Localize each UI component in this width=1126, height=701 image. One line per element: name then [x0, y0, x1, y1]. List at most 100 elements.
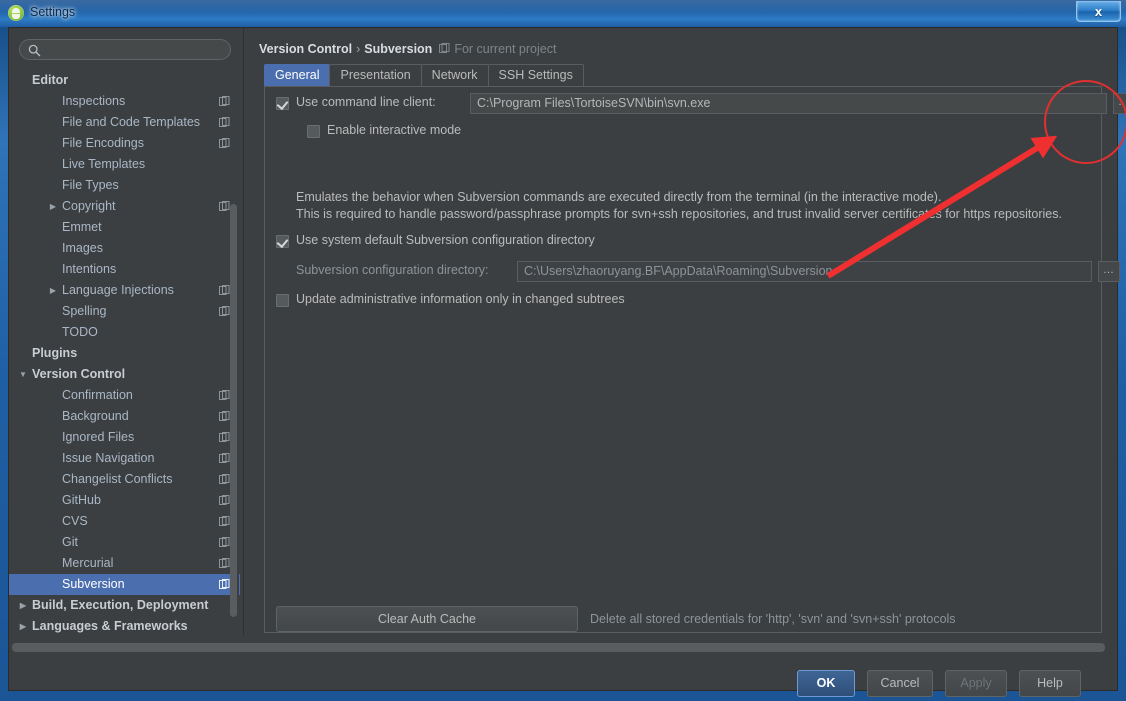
tab-ssh-settings[interactable]: SSH Settings	[487, 64, 584, 86]
copy-settings-icon[interactable]	[219, 96, 230, 107]
sidebar-item-spelling[interactable]: Spelling	[9, 301, 240, 322]
chevron-right-icon[interactable]: ▶	[48, 280, 58, 301]
tab-presentation[interactable]: Presentation	[329, 64, 422, 86]
interactive-mode-description-line-2: This is required to handle password/pass…	[296, 207, 1062, 221]
sidebar-item-editor[interactable]: Editor	[9, 70, 240, 91]
sidebar-item-mercurial[interactable]: Mercurial	[9, 553, 240, 574]
sidebar-item-git[interactable]: Git	[9, 532, 240, 553]
sidebar-item-changelist-conflicts[interactable]: Changelist Conflicts	[9, 469, 240, 490]
search-input[interactable]	[46, 43, 228, 59]
ok-button[interactable]: OK	[797, 670, 855, 697]
sidebar-item-issue-navigation[interactable]: Issue Navigation	[9, 448, 240, 469]
tab-bar[interactable]: General Presentation Network SSH Settings	[264, 64, 584, 86]
sidebar-item-file-types[interactable]: File Types	[9, 175, 240, 196]
sidebar-item-label: CVS	[62, 514, 88, 528]
sidebar-item-label: Emmet	[62, 220, 102, 234]
copy-settings-icon[interactable]	[219, 432, 230, 443]
copy-settings-icon[interactable]	[219, 495, 230, 506]
copy-settings-icon[interactable]	[219, 306, 230, 317]
chevron-down-icon[interactable]: ▼	[18, 364, 28, 385]
sidebar-item-file-and-code-templates[interactable]: File and Code Templates	[9, 112, 240, 133]
chevron-right-icon[interactable]: ▶	[18, 595, 28, 616]
config-dir-browse-button[interactable]: …	[1098, 261, 1120, 282]
sidebar-item-label: Background	[62, 409, 129, 423]
tab-general[interactable]: General	[264, 64, 331, 86]
sidebar-item-confirmation[interactable]: Confirmation	[9, 385, 240, 406]
horizontal-scrollbar-thumb[interactable]	[12, 643, 1105, 652]
update-admin-info-label[interactable]: Update administrative information only i…	[296, 292, 625, 306]
sidebar-item-plugins[interactable]: Plugins	[9, 343, 240, 364]
breadcrumb-parent[interactable]: Version Control	[259, 42, 352, 56]
enable-interactive-mode-label[interactable]: Enable interactive mode	[327, 123, 461, 137]
title-bar: Settings x	[0, 0, 1126, 27]
copy-settings-icon[interactable]	[219, 117, 230, 128]
clear-auth-cache-hint: Delete all stored credentials for 'http'…	[590, 612, 956, 626]
close-button[interactable]: x	[1076, 1, 1121, 22]
copy-settings-icon[interactable]	[219, 516, 230, 527]
sidebar-item-label: File Types	[62, 178, 119, 192]
sidebar-item-file-encodings[interactable]: File Encodings	[9, 133, 240, 154]
sidebar-item-copyright[interactable]: ▶ Copyright	[9, 196, 240, 217]
sidebar-item-github[interactable]: GitHub	[9, 490, 240, 511]
sidebar-item-version-control[interactable]: ▼ Version Control	[9, 364, 240, 385]
use-system-default-config-dir-checkbox[interactable]	[276, 235, 289, 248]
settings-category-panel: Editor Inspections File and Code Templates…	[9, 28, 240, 636]
sidebar-item-language-injections[interactable]: ▶ Language Injections	[9, 280, 240, 301]
use-system-default-config-dir-label[interactable]: Use system default Subversion configurat…	[296, 233, 595, 247]
copy-settings-icon[interactable]	[219, 537, 230, 548]
sidebar-item-label: Spelling	[62, 304, 107, 318]
copy-settings-icon[interactable]	[219, 579, 230, 590]
settings-dialog-client: Editor Inspections File and Code Templates…	[8, 27, 1126, 697]
breadcrumb-scope-text: For current project	[454, 42, 557, 56]
sidebar-item-label: Mercurial	[62, 556, 114, 570]
sidebar-item-live-templates[interactable]: Live Templates	[9, 154, 240, 175]
copy-settings-icon[interactable]	[219, 138, 230, 149]
sidebar-item-inspections[interactable]: Inspections	[9, 91, 240, 112]
command-line-client-path-field[interactable]: C:\Program Files\TortoiseSVN\bin\svn.exe	[470, 93, 1107, 114]
copy-settings-icon[interactable]	[219, 285, 230, 296]
dialog-button-bar: OK Cancel Apply Help	[9, 655, 1117, 697]
sidebar-item-subversion[interactable]: Subversion	[9, 574, 240, 595]
general-tab-panel: Use command line client: C:\Program File…	[264, 86, 1126, 633]
use-command-line-client-checkbox[interactable]	[276, 97, 289, 110]
sidebar-item-intentions[interactable]: Intentions	[9, 259, 240, 280]
clear-auth-cache-button[interactable]: Clear Auth Cache	[276, 606, 578, 632]
sidebar-item-cvs[interactable]: CVS	[9, 511, 240, 532]
sidebar-item-label: Intentions	[62, 262, 117, 276]
project-scope-icon	[439, 43, 450, 53]
enable-interactive-mode-checkbox[interactable]	[307, 125, 320, 138]
panel-splitter[interactable]	[240, 28, 248, 636]
sidebar-item-emmet[interactable]: Emmet	[9, 217, 240, 238]
sidebar-item-ignored-files[interactable]: Ignored Files	[9, 427, 240, 448]
cancel-button[interactable]: Cancel	[867, 670, 933, 697]
use-command-line-client-label[interactable]: Use command line client:	[296, 95, 436, 109]
sidebar-item-label: Copyright	[62, 199, 116, 213]
copy-settings-icon[interactable]	[219, 390, 230, 401]
search-box[interactable]	[19, 39, 231, 60]
sidebar-item-background[interactable]: Background	[9, 406, 240, 427]
sidebar-item-images[interactable]: Images	[9, 238, 240, 259]
command-line-client-browse-button[interactable]: …	[1113, 93, 1126, 114]
sidebar-item-todo[interactable]: TODO	[9, 322, 240, 343]
copy-settings-icon[interactable]	[219, 558, 230, 569]
config-dir-field[interactable]: C:\Users\zhaoruyang.BF\AppData\Roaming\S…	[517, 261, 1092, 282]
sidebar-item-label: Subversion	[62, 577, 125, 591]
tree-scrollbar-track[interactable]	[230, 70, 239, 636]
tree-scrollbar-thumb[interactable]	[230, 204, 237, 617]
sidebar-item-label: File Encodings	[62, 136, 144, 150]
chevron-right-icon[interactable]: ▶	[48, 196, 58, 217]
window-title: Settings	[30, 5, 76, 19]
copy-settings-icon[interactable]	[219, 411, 230, 422]
sidebar-item-build-execution-deployment[interactable]: ▶ Build, Execution, Deployment	[9, 595, 240, 616]
sidebar-item-languages-frameworks[interactable]: ▶ Languages & Frameworks	[9, 616, 240, 636]
help-button[interactable]: Help	[1019, 670, 1081, 697]
copy-settings-icon[interactable]	[219, 201, 230, 212]
copy-settings-icon[interactable]	[219, 474, 230, 485]
settings-tree[interactable]: Editor Inspections File and Code Templates…	[9, 70, 240, 636]
sidebar-item-label: Ignored Files	[62, 430, 135, 444]
update-admin-info-checkbox[interactable]	[276, 294, 289, 307]
tab-network[interactable]: Network	[420, 64, 489, 86]
chevron-right-icon[interactable]: ▶	[18, 616, 28, 636]
breadcrumb-current: Subversion	[364, 42, 433, 56]
copy-settings-icon[interactable]	[219, 453, 230, 464]
